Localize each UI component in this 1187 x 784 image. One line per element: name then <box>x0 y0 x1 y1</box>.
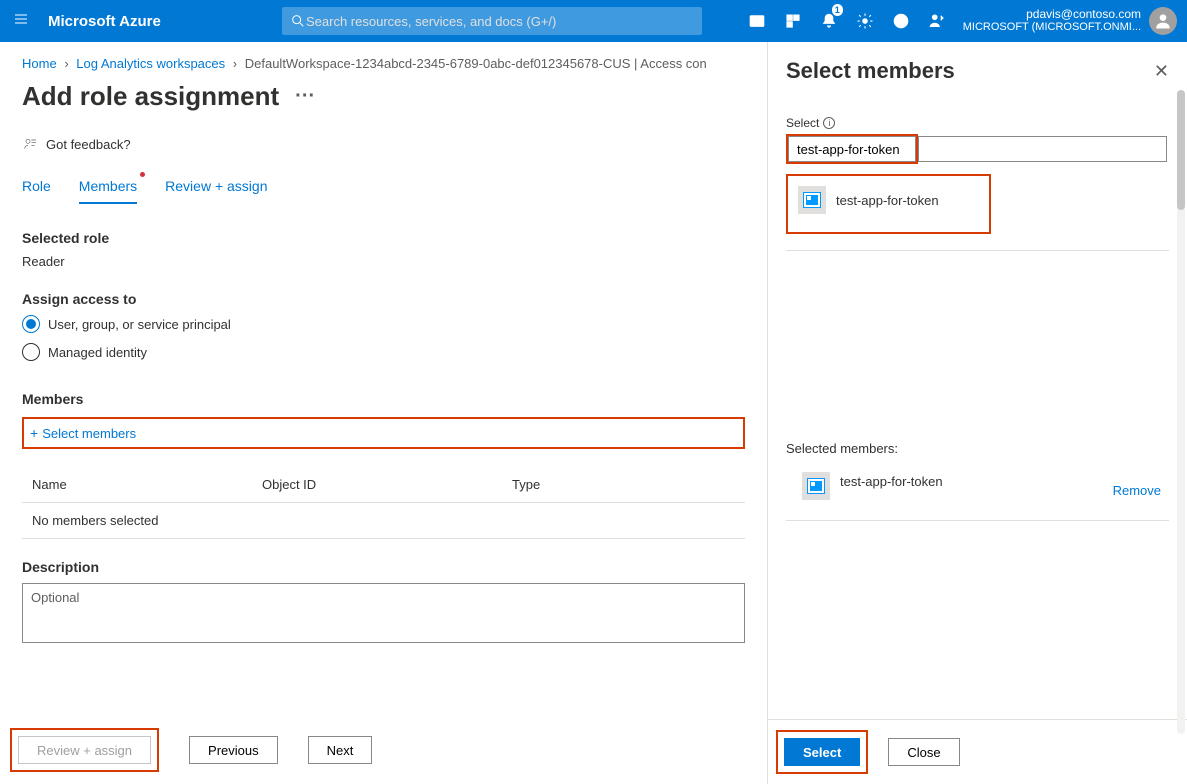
member-search-input-ext[interactable] <box>918 136 1167 162</box>
avatar[interactable] <box>1149 7 1177 35</box>
feedback-link[interactable]: Got feedback? <box>22 136 745 152</box>
search-result-item[interactable]: test-app-for-token <box>798 186 939 214</box>
selected-member-name: test-app-for-token <box>840 474 1113 489</box>
panel-scrollbar-thumb[interactable] <box>1177 90 1185 210</box>
menu-button[interactable] <box>0 11 42 32</box>
members-label: Members <box>22 391 745 407</box>
notifications-icon[interactable]: 1 <box>811 0 847 42</box>
description-textarea[interactable] <box>22 583 745 643</box>
radio-managed-identity[interactable]: Managed identity <box>22 343 745 361</box>
azure-topbar: Microsoft Azure 1 pdavis@contoso.com MIC… <box>0 0 1187 42</box>
select-btn-highlight: Select <box>776 730 868 774</box>
main-content: Home › Log Analytics workspaces › Defaul… <box>0 42 767 784</box>
app-icon <box>798 186 826 214</box>
review-btn-highlight: Review + assign <box>10 728 159 772</box>
select-members-panel: Select members ✕ Select i test-app-for-t… <box>767 42 1187 784</box>
panel-scrollbar[interactable] <box>1177 90 1185 734</box>
notifications-badge: 1 <box>832 4 843 16</box>
col-name: Name <box>22 477 262 492</box>
selected-role-value: Reader <box>22 254 745 269</box>
account-email: pdavis@contoso.com <box>963 8 1141 21</box>
info-icon[interactable]: i <box>823 117 835 129</box>
tab-role[interactable]: Role <box>22 170 51 204</box>
account-org: MICROSOFT (MICROSOFT.ONMI... <box>963 21 1141 34</box>
directories-icon[interactable] <box>775 0 811 42</box>
breadcrumb-workspaces[interactable]: Log Analytics workspaces <box>76 56 225 71</box>
page-title-more[interactable]: ··· <box>295 85 315 108</box>
panel-title: Select members <box>786 58 955 84</box>
select-field-label: Select i <box>786 116 1169 130</box>
table-header: Name Object ID Type <box>22 467 745 503</box>
selected-members-label: Selected members: <box>786 441 1169 456</box>
col-type: Type <box>512 477 745 492</box>
search-result-highlight: test-app-for-token <box>786 174 991 234</box>
breadcrumb: Home › Log Analytics workspaces › Defaul… <box>22 56 745 71</box>
assign-access-label: Assign access to <box>22 291 745 307</box>
members-table: Name Object ID Type No members selected <box>22 467 745 539</box>
radio-user-group-sp[interactable]: User, group, or service principal <box>22 315 745 333</box>
settings-icon[interactable] <box>847 0 883 42</box>
review-assign-button[interactable]: Review + assign <box>18 736 151 764</box>
panel-close-button[interactable]: ✕ <box>1154 61 1169 82</box>
main-footer: Review + assign Previous Next <box>0 728 767 772</box>
page-title: Add role assignment ··· <box>22 81 745 112</box>
global-search-input[interactable] <box>306 14 694 29</box>
description-label: Description <box>22 559 745 575</box>
member-search-input[interactable] <box>788 136 916 162</box>
breadcrumb-home[interactable]: Home <box>22 56 57 71</box>
global-search[interactable] <box>282 7 702 35</box>
col-object-id: Object ID <box>262 477 512 492</box>
brand-label: Microsoft Azure <box>42 13 282 30</box>
feedback-icon[interactable] <box>919 0 955 42</box>
tab-review[interactable]: Review + assign <box>165 170 267 204</box>
app-icon <box>802 472 830 500</box>
cloud-shell-icon[interactable] <box>739 0 775 42</box>
tab-members-indicator <box>140 172 145 177</box>
selected-role-label: Selected role <box>22 230 745 246</box>
breadcrumb-trail: DefaultWorkspace-1234abcd-2345-6789-0abc… <box>245 56 707 71</box>
panel-footer: Select Close <box>768 719 1187 784</box>
assign-access-radio-group: User, group, or service principal Manage… <box>22 315 745 371</box>
select-button[interactable]: Select <box>784 738 860 766</box>
search-icon <box>290 13 306 29</box>
remove-member-link[interactable]: Remove <box>1113 483 1161 498</box>
plus-icon: + <box>30 425 38 441</box>
close-button[interactable]: Close <box>888 738 959 766</box>
help-icon[interactable] <box>883 0 919 42</box>
next-button[interactable]: Next <box>308 736 373 764</box>
table-empty-row: No members selected <box>22 503 745 539</box>
select-members-link[interactable]: + Select members <box>30 425 136 441</box>
previous-button[interactable]: Previous <box>189 736 278 764</box>
tab-members[interactable]: Members <box>79 170 137 204</box>
select-members-highlight: + Select members <box>22 417 745 449</box>
selected-member-row: test-app-for-token Remove <box>786 468 1169 504</box>
tabs: Role Members Review + assign <box>22 170 745 204</box>
account-info[interactable]: pdavis@contoso.com MICROSOFT (MICROSOFT.… <box>955 4 1149 38</box>
